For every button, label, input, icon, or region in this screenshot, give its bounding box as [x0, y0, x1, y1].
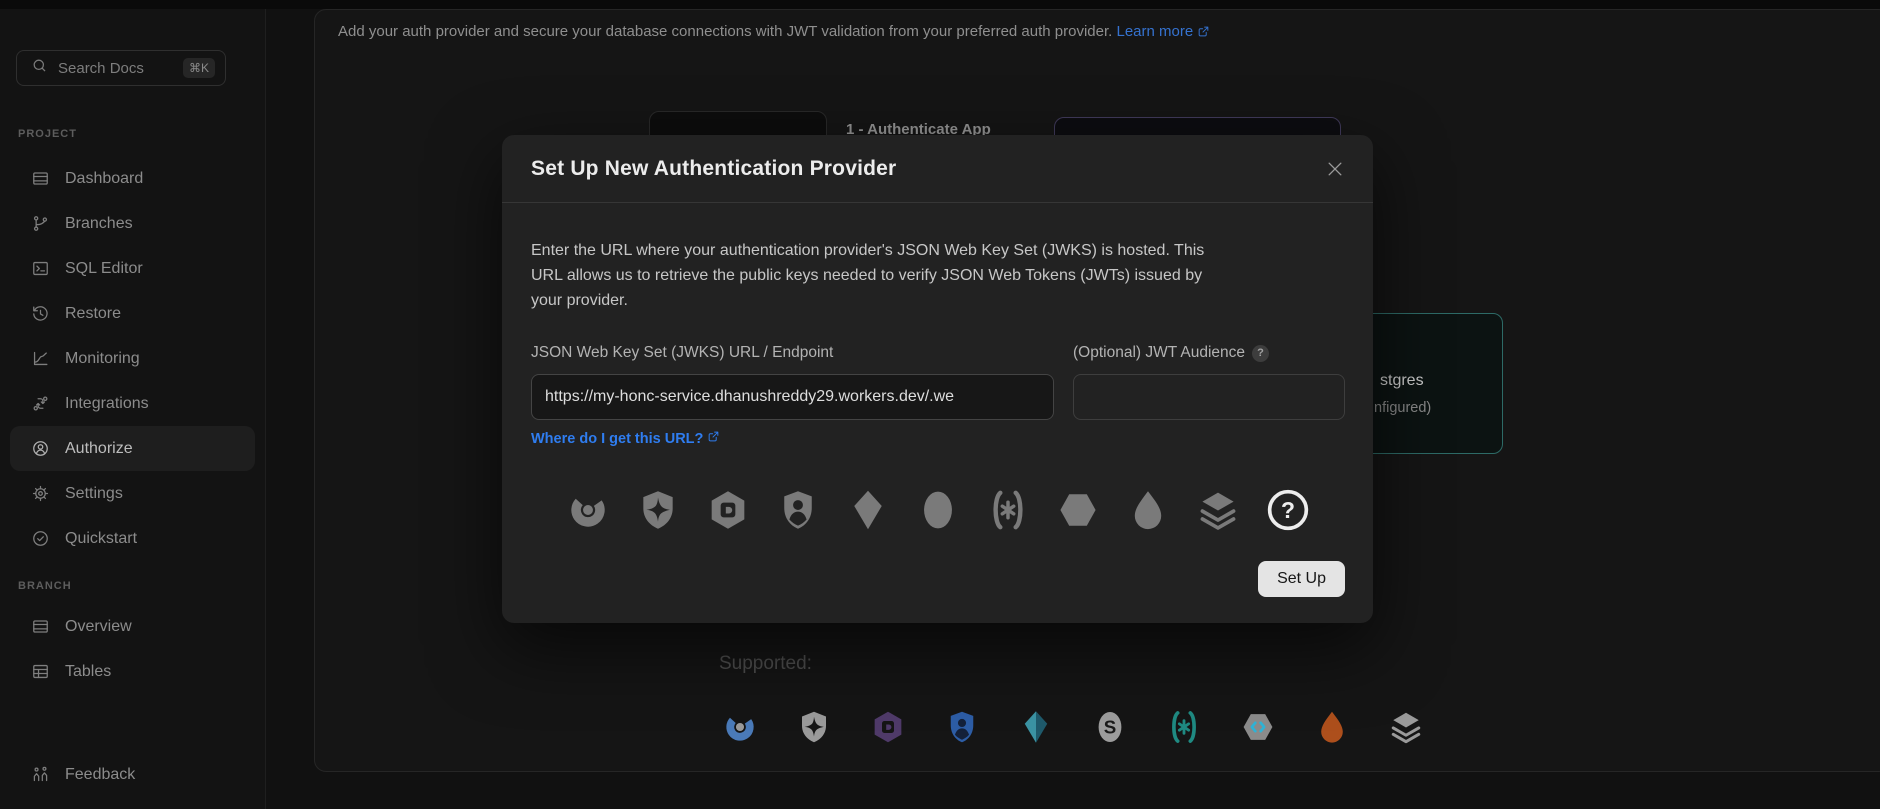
sidebar-footer: Feedback [0, 752, 265, 797]
sidebar-item-label: Branches [65, 215, 133, 233]
hex-badge-icon [870, 709, 906, 745]
setup-auth-provider-modal: Set Up New Authentication Provider Enter… [502, 135, 1373, 623]
branch-nav: Overview Tables [0, 604, 265, 694]
paren-asterisk-icon [1166, 709, 1202, 745]
sidebar-item-label: Quickstart [65, 530, 137, 548]
paren-asterisk-provider-button[interactable] [986, 488, 1030, 532]
sidebar-item-restore[interactable]: Restore [0, 291, 265, 336]
sidebar-item-label: SQL Editor [65, 260, 143, 278]
sidebar-item-dashboard[interactable]: Dashboard [0, 156, 265, 201]
external-link-icon [1197, 25, 1210, 42]
modal-header: Set Up New Authentication Provider [502, 135, 1373, 203]
section-label-project: PROJECT [18, 128, 77, 140]
set-up-button[interactable]: Set Up [1258, 561, 1345, 597]
gear-icon [30, 484, 50, 504]
sidebar-item-label: Integrations [65, 395, 149, 413]
chart-line-icon [30, 349, 50, 369]
diamond-icon [1018, 709, 1054, 745]
sidebar-item-label: Dashboard [65, 170, 143, 188]
jwks-url-input[interactable] [531, 374, 1054, 420]
hex-badge-provider-button[interactable] [706, 488, 750, 532]
sidebar-item-settings[interactable]: Settings [0, 471, 265, 516]
app-root: Search Docs ⌘K PROJECT Dashboard Branche… [0, 0, 1880, 809]
stack-layers-icon [1388, 709, 1424, 745]
clerk-icon [722, 709, 758, 745]
git-compare-icon [30, 394, 50, 414]
close-icon[interactable] [1323, 157, 1347, 181]
hexagon-provider-button[interactable] [1056, 488, 1100, 532]
learn-more-link[interactable]: Learn more [1116, 23, 1193, 40]
search-icon [31, 57, 48, 79]
feedback-label: Feedback [65, 766, 135, 784]
sidebar-item-label: Authorize [65, 440, 133, 458]
auth-intro-text: Add your auth provider and secure your d… [338, 23, 1210, 42]
feedback-people-icon [30, 765, 50, 785]
shield-user-icon [944, 709, 980, 745]
provider-picker-row: ? [531, 488, 1344, 532]
supported-label: Supported: [719, 653, 812, 675]
oval-s-icon: S [1092, 709, 1128, 745]
sidebar-item-quickstart[interactable]: Quickstart [0, 516, 265, 561]
feedback-button[interactable]: Feedback [0, 752, 265, 797]
sidebar-item-branches[interactable]: Branches [0, 201, 265, 246]
sidebar-item-integrations[interactable]: Integrations [0, 381, 265, 426]
jwt-audience-input[interactable] [1073, 374, 1345, 420]
where-url-link-text: Where do I get this URL? [531, 431, 703, 447]
custom-question-provider-button[interactable]: ? [1266, 488, 1310, 532]
svg-text:?: ? [1281, 497, 1295, 523]
search-shortcut-badge: ⌘K [183, 58, 215, 78]
shield-user-provider-button[interactable] [776, 488, 820, 532]
git-branch-icon [30, 214, 50, 234]
sidebar-item-label: Overview [65, 618, 132, 636]
sidebar-item-authorize[interactable]: Authorize [10, 426, 255, 471]
modal-description: Enter the URL where your authentication … [531, 238, 1211, 313]
user-circle-icon [30, 439, 50, 459]
postgres-card-title: stgres [1380, 372, 1424, 390]
sidebar-item-monitoring[interactable]: Monitoring [0, 336, 265, 381]
sidebar: Search Docs ⌘K PROJECT Dashboard Branche… [0, 9, 265, 809]
oval-provider-button[interactable] [916, 488, 960, 532]
shield-star-icon [796, 709, 832, 745]
history-clock-icon [30, 304, 50, 324]
jwks-url-label: JSON Web Key Set (JWKS) URL / Endpoint [531, 344, 833, 362]
shield-star-provider-button[interactable] [636, 488, 680, 532]
top-strip [0, 0, 1880, 9]
sidebar-item-sql-editor[interactable]: SQL Editor [0, 246, 265, 291]
table-grid-icon [30, 662, 50, 682]
sidebar-divider [265, 9, 266, 809]
droplet-provider-button[interactable] [1126, 488, 1170, 532]
clerk-provider-button[interactable] [566, 488, 610, 532]
search-docs-input[interactable]: Search Docs ⌘K [16, 50, 226, 86]
help-icon[interactable]: ? [1252, 345, 1269, 362]
window-icon [30, 617, 50, 637]
auth-intro-sentence: Add your auth provider and secure your d… [338, 23, 1112, 40]
project-nav: Dashboard Branches SQL Editor Restore Mo… [0, 156, 265, 561]
diamond-provider-button[interactable] [846, 488, 890, 532]
search-label: Search Docs [58, 60, 173, 77]
sidebar-item-label: Restore [65, 305, 121, 323]
svg-text:S: S [1104, 717, 1117, 738]
external-link-icon [707, 430, 720, 447]
sidebar-item-label: Settings [65, 485, 123, 503]
section-label-branch: BRANCH [18, 580, 72, 592]
postgres-card-subtitle: nfigured) [1374, 400, 1431, 416]
droplet-icon [1314, 709, 1350, 745]
terminal-icon [30, 259, 50, 279]
sidebar-item-overview[interactable]: Overview [0, 604, 265, 649]
where-url-link[interactable]: Where do I get this URL? [531, 430, 720, 447]
dashboard-icon [30, 169, 50, 189]
modal-title: Set Up New Authentication Provider [531, 157, 896, 181]
sidebar-item-tables[interactable]: Tables [0, 649, 265, 694]
sidebar-item-label: Tables [65, 663, 111, 681]
jwt-audience-label-text: (Optional) JWT Audience [1073, 344, 1245, 362]
supported-providers-row: S [722, 709, 1424, 745]
jwt-audience-label: (Optional) JWT Audience ? [1073, 344, 1269, 362]
stack-layers-provider-button[interactable] [1196, 488, 1240, 532]
sidebar-item-label: Monitoring [65, 350, 140, 368]
hexagon-code-icon [1240, 709, 1276, 745]
check-circle-icon [30, 529, 50, 549]
